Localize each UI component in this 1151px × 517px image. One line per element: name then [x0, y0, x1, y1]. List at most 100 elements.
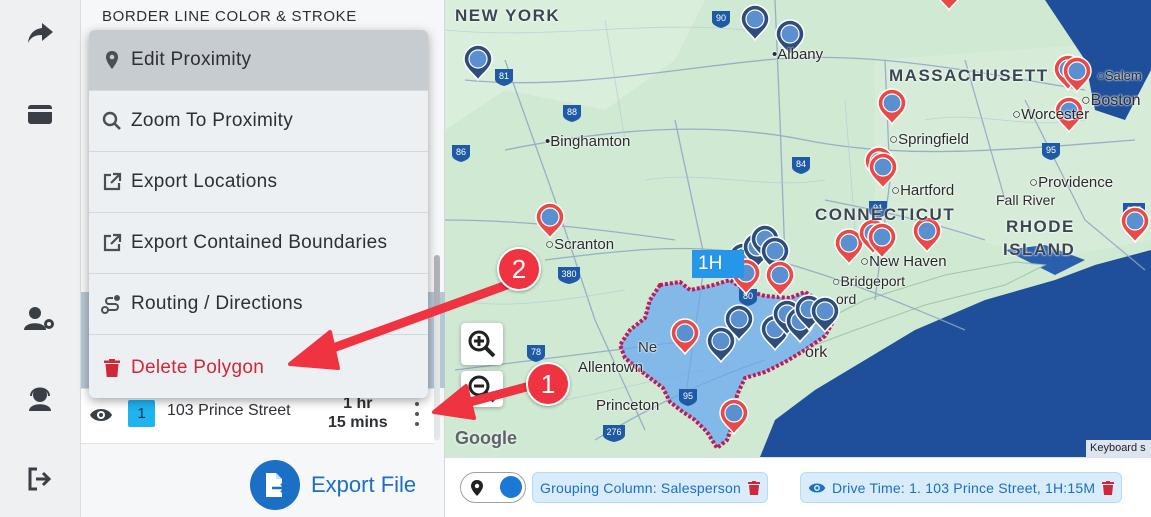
- location-pin-icon[interactable]: [670, 318, 700, 356]
- city-name: Salem: [1104, 68, 1142, 83]
- route-duration-minutes: 15 mins: [328, 414, 388, 431]
- location-pin-icon[interactable]: [765, 260, 795, 298]
- city-label: Princeton: [596, 397, 659, 414]
- menu-item-delete-polygon[interactable]: Delete Polygon: [89, 337, 428, 398]
- share-icon[interactable]: [24, 17, 56, 49]
- city-label: ○Scranton: [545, 236, 615, 253]
- menu-item-label: Export Locations: [131, 171, 278, 192]
- location-pin-icon[interactable]: [877, 88, 907, 126]
- trash-icon: [99, 357, 125, 379]
- export-file-button[interactable]: Export File: [250, 460, 435, 510]
- menu-item-label: Zoom To Proximity: [131, 110, 294, 131]
- city-name: Providence: [1038, 174, 1114, 191]
- state-label-rhode: RHODE: [1006, 217, 1075, 236]
- city-label: ○Bridgeport: [832, 273, 906, 289]
- city-name: Bridgeport: [840, 273, 906, 289]
- zoom-out-icon: [468, 375, 496, 403]
- panel-scrollbar-thumb[interactable]: [434, 255, 440, 315]
- city-name: Boston: [1090, 92, 1141, 109]
- city-name: Fall River: [996, 192, 1056, 208]
- location-pin-icon[interactable]: [535, 202, 565, 240]
- search-icon: [99, 110, 125, 132]
- city-label: ork: [805, 344, 827, 362]
- city-name: Hartford: [900, 182, 955, 199]
- city-name: ord: [836, 291, 857, 307]
- city-label: ○New Haven: [860, 253, 947, 270]
- route-icon: [99, 293, 125, 315]
- drive-time-chip[interactable]: Drive Time: 1. 103 Prince Street, 1H:15M: [800, 472, 1123, 503]
- grouping-column-chip[interactable]: Grouping Column: Salesperson: [532, 472, 768, 503]
- menu-item-export-contained-boundaries[interactable]: Export Contained Boundaries: [89, 213, 428, 274]
- city-label: ○Providence: [1029, 174, 1114, 191]
- menu-item-zoom-to-proximity[interactable]: Zoom To Proximity: [89, 91, 428, 152]
- zoom-in-button[interactable]: [461, 323, 503, 365]
- trash-icon: [747, 480, 760, 495]
- menu-item-label: Export Contained Boundaries: [131, 232, 388, 253]
- section-heading: BORDER LINE COLOR & STROKE: [102, 8, 357, 25]
- state-label-new-york: NEW YORK: [455, 6, 561, 25]
- city-name: Worcester: [1021, 106, 1090, 123]
- drive-time-label: 1H: [692, 250, 744, 278]
- city-label: •Binghamton: [545, 133, 631, 150]
- support-agent-icon[interactable]: [24, 382, 56, 414]
- left-rail: [0, 0, 81, 517]
- toggle-knob[interactable]: [500, 476, 522, 498]
- city-name: Allentown: [578, 359, 644, 376]
- city-label: •Albany: [772, 46, 824, 63]
- city-label: Ne: [638, 339, 657, 356]
- city-label: ○Boston: [1081, 92, 1141, 109]
- city-name: Springfield: [898, 131, 969, 148]
- more-options-icon[interactable]: [410, 399, 424, 429]
- location-pin-icon[interactable]: [810, 296, 840, 334]
- city-label: ○Salem: [1097, 68, 1142, 83]
- user-settings-icon[interactable]: [24, 303, 56, 335]
- trash-icon: [1102, 480, 1115, 495]
- chip-label: Drive Time: 1. 103 Prince Street, 1H:15M: [832, 479, 1096, 496]
- export-file-label: Export File: [311, 472, 417, 497]
- eye-icon: [808, 483, 826, 492]
- city-name: Binghamton: [550, 133, 631, 150]
- route-index-badge: 1: [128, 400, 155, 427]
- city-label: Fall River: [996, 192, 1055, 208]
- city-name: Scranton: [554, 236, 615, 253]
- annotation-badge-2: 2: [497, 247, 541, 291]
- zoom-in-icon: [468, 330, 496, 358]
- location-pin-icon[interactable]: [1120, 206, 1150, 244]
- menu-item-label: Routing / Directions: [131, 293, 303, 314]
- menu-item-label: Edit Proximity: [131, 49, 252, 70]
- menu-item-routing-directions[interactable]: Routing / Directions: [89, 274, 428, 335]
- route-name: 103 Prince Street: [167, 402, 291, 419]
- file-export-icon: [250, 460, 300, 510]
- chip-label: Grouping Column: Salesperson: [540, 479, 741, 496]
- eye-icon[interactable]: [89, 403, 113, 427]
- state-label-massachusetts: MASSACHUSETT: [889, 66, 1049, 85]
- city-name: New Haven: [869, 253, 947, 270]
- state-label-connecticut: CONNECTICUT: [815, 205, 956, 224]
- zoom-out-button[interactable]: [461, 371, 503, 407]
- location-pin-icon[interactable]: [719, 398, 749, 436]
- city-label: Allentown: [578, 359, 643, 376]
- logout-icon[interactable]: [24, 463, 56, 495]
- menu-item-edit-proximity[interactable]: Edit Proximity: [89, 30, 428, 91]
- state-label-island: ISLAND: [1003, 240, 1076, 259]
- city-label: ○Springfield: [889, 131, 969, 148]
- city-label: ○Worcester: [1012, 106, 1090, 123]
- city-label: ○Hartford: [891, 182, 955, 199]
- city-name: Ne: [638, 339, 658, 356]
- location-pin-icon[interactable]: [935, 0, 963, 12]
- menu-item-export-locations[interactable]: Export Locations: [89, 152, 428, 213]
- city-name: Princeton: [596, 397, 660, 414]
- card-icon[interactable]: [24, 98, 56, 130]
- location-pin-icon[interactable]: [740, 4, 770, 42]
- location-pin-icon[interactable]: [706, 326, 736, 364]
- google-logo: Google: [455, 428, 517, 448]
- external-link-icon: [99, 232, 125, 254]
- annotation-badge-1: 1: [526, 362, 570, 406]
- map-pin-icon: [99, 49, 125, 71]
- city-label: ord: [836, 291, 856, 307]
- keyboard-shortcuts-link[interactable]: Keyboard s: [1086, 440, 1151, 457]
- city-name: Albany: [777, 46, 824, 63]
- menu-item-label: Delete Polygon: [131, 356, 265, 378]
- proximity-context-menu: Edit Proximity Zoom To Proximity Export …: [89, 30, 428, 398]
- location-pin-icon[interactable]: [463, 44, 493, 82]
